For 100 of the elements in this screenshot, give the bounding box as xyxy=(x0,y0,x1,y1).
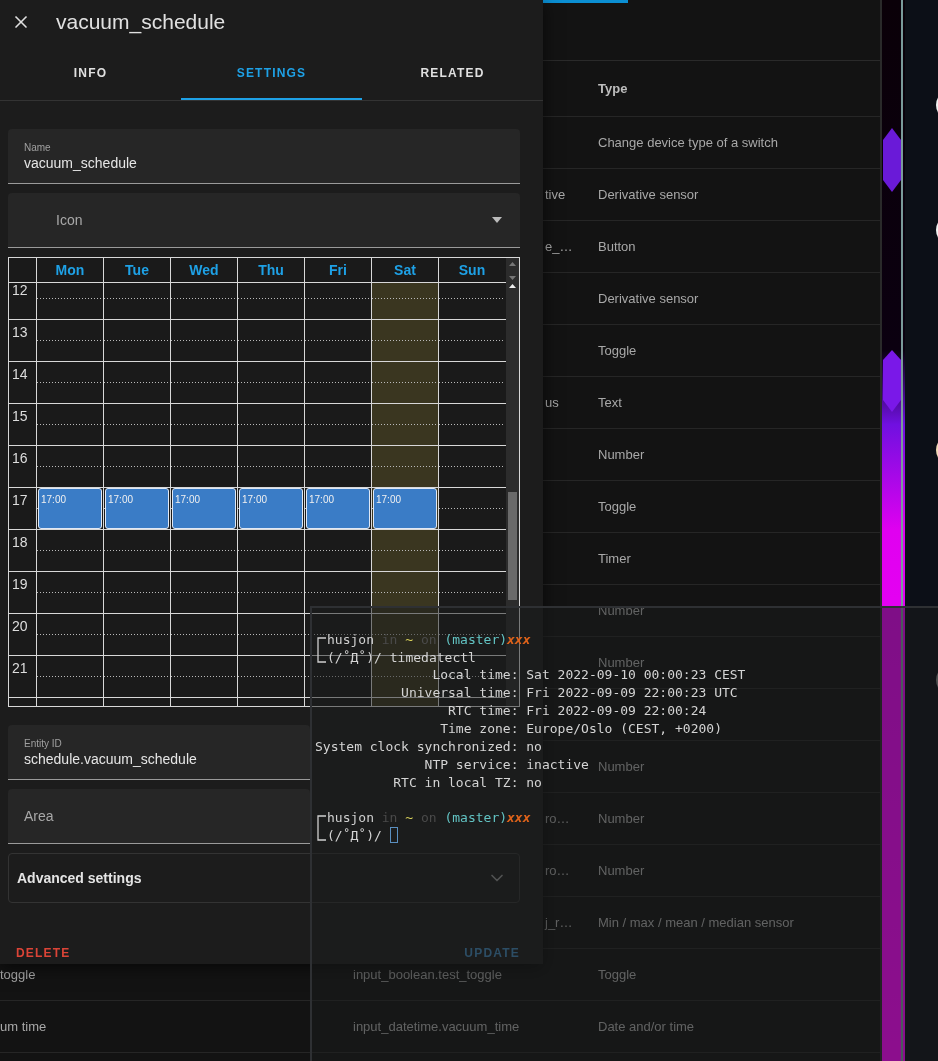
calendar-cell[interactable] xyxy=(36,320,103,361)
schedule-event[interactable]: 17:00 xyxy=(373,488,437,529)
calendar-cell[interactable] xyxy=(438,530,505,571)
calendar-cell[interactable] xyxy=(438,362,505,403)
hour-label: 17 xyxy=(12,492,28,508)
table-cell: Number xyxy=(598,811,645,826)
table-cell: Number xyxy=(598,863,645,878)
calendar-cell[interactable] xyxy=(103,446,170,487)
hour-label: 14 xyxy=(12,366,28,382)
calendar-cell[interactable] xyxy=(170,656,237,697)
output-value: no xyxy=(526,738,542,756)
name-field[interactable]: Name vacuum_schedule xyxy=(8,129,520,184)
delete-button[interactable]: DELETE xyxy=(16,942,71,964)
output-value: Fri 2022-09-09 22:00:24 xyxy=(526,702,707,720)
calendar-cell[interactable] xyxy=(237,614,304,655)
calendar-cell[interactable] xyxy=(36,404,103,445)
calendar-cell[interactable] xyxy=(438,320,505,361)
schedule-event[interactable]: 17:00 xyxy=(105,488,169,529)
day-header: Wed xyxy=(170,258,237,282)
calendar-cell[interactable] xyxy=(170,283,237,319)
calendar-cell[interactable] xyxy=(103,572,170,613)
table-cell: Derivative sensor xyxy=(598,187,699,202)
calendar-cell[interactable] xyxy=(304,404,371,445)
output-value: inactive xyxy=(526,756,589,774)
hour-label: 16 xyxy=(12,450,28,466)
table-cell: Button xyxy=(598,239,636,254)
calendar-cell[interactable] xyxy=(237,530,304,571)
calendar-cell[interactable] xyxy=(170,614,237,655)
table-cell: Toggle xyxy=(598,499,637,514)
calendar-cell[interactable] xyxy=(170,572,237,613)
calendar-cell[interactable] xyxy=(36,362,103,403)
calendar-cell[interactable] xyxy=(237,572,304,613)
tab[interactable]: SETTINGS xyxy=(181,44,362,100)
calendar-cell[interactable] xyxy=(371,320,438,361)
calendar-cell[interactable] xyxy=(237,362,304,403)
calendar-cell[interactable] xyxy=(304,530,371,571)
calendar-cell[interactable] xyxy=(36,656,103,697)
dialog-title: vacuum_schedule xyxy=(56,10,226,34)
calendar-cell[interactable] xyxy=(438,283,505,319)
calendar-cell[interactable] xyxy=(237,656,304,697)
calendar-cell[interactable] xyxy=(371,404,438,445)
calendar-cell[interactable] xyxy=(103,404,170,445)
advanced-settings-expander[interactable]: Advanced settings xyxy=(8,853,520,903)
calendar-cell[interactable] xyxy=(438,404,505,445)
table-cell: us xyxy=(545,395,559,410)
table-cell: Number xyxy=(598,655,645,670)
calendar-cell[interactable] xyxy=(438,488,505,529)
output-label: RTC time: xyxy=(447,702,519,720)
calendar-cell[interactable] xyxy=(170,530,237,571)
calendar-cell[interactable] xyxy=(371,362,438,403)
calendar-cell[interactable] xyxy=(304,283,371,319)
area-select[interactable]: Area xyxy=(8,789,310,844)
tab[interactable]: RELATED xyxy=(362,44,543,100)
schedule-event[interactable]: 17:00 xyxy=(38,488,102,529)
dropdown-caret-icon xyxy=(492,217,502,223)
calendar-cell[interactable] xyxy=(371,530,438,571)
calendar-cell[interactable] xyxy=(237,283,304,319)
calendar-cell[interactable] xyxy=(103,320,170,361)
schedule-event[interactable]: 17:00 xyxy=(306,488,370,529)
calendar-cell[interactable] xyxy=(170,404,237,445)
calendar-cell[interactable] xyxy=(103,656,170,697)
table-cell: Text xyxy=(598,395,622,410)
calendar-cell[interactable] xyxy=(304,320,371,361)
table-cell: tive xyxy=(545,187,566,202)
table-cell: Toggle xyxy=(598,343,637,358)
output-label: RTC in local TZ: xyxy=(392,774,519,792)
scrollbar-thumb[interactable] xyxy=(508,492,517,600)
calendar-cell[interactable] xyxy=(237,320,304,361)
day-header: Thu xyxy=(237,258,304,282)
calendar-cell[interactable] xyxy=(103,530,170,571)
hour-label: 21 xyxy=(12,660,28,676)
calendar-cell[interactable] xyxy=(304,362,371,403)
calendar-cell[interactable] xyxy=(371,446,438,487)
calendar-cell[interactable] xyxy=(103,362,170,403)
schedule-event[interactable]: 17:00 xyxy=(239,488,303,529)
entity-id-field[interactable]: Entity ID schedule.vacuum_schedule xyxy=(8,725,310,780)
table-cell: toggle xyxy=(0,967,36,982)
calendar-cell[interactable] xyxy=(36,614,103,655)
table-cell: Date and/or time xyxy=(598,1019,695,1034)
hour-label: 18 xyxy=(12,534,28,550)
calendar-cell[interactable] xyxy=(170,446,237,487)
calendar-cell[interactable] xyxy=(103,614,170,655)
schedule-event[interactable]: 17:00 xyxy=(172,488,236,529)
calendar-cell[interactable] xyxy=(36,572,103,613)
calendar-cell[interactable] xyxy=(103,283,170,319)
day-header: Sat xyxy=(371,258,438,282)
calendar-cell[interactable] xyxy=(170,320,237,361)
calendar-cell[interactable] xyxy=(371,572,438,613)
hour-label: 19 xyxy=(12,576,28,592)
calendar-cell[interactable] xyxy=(237,446,304,487)
calendar-cell[interactable] xyxy=(36,530,103,571)
calendar-cell[interactable] xyxy=(371,283,438,319)
calendar-cell[interactable] xyxy=(438,446,505,487)
icon-select[interactable]: Icon xyxy=(8,193,520,248)
calendar-cell[interactable] xyxy=(170,362,237,403)
calendar-cell[interactable] xyxy=(36,446,103,487)
calendar-cell[interactable] xyxy=(237,404,304,445)
tab[interactable]: INFO xyxy=(0,44,181,100)
calendar-cell[interactable] xyxy=(304,446,371,487)
calendar-cell[interactable] xyxy=(36,283,103,319)
